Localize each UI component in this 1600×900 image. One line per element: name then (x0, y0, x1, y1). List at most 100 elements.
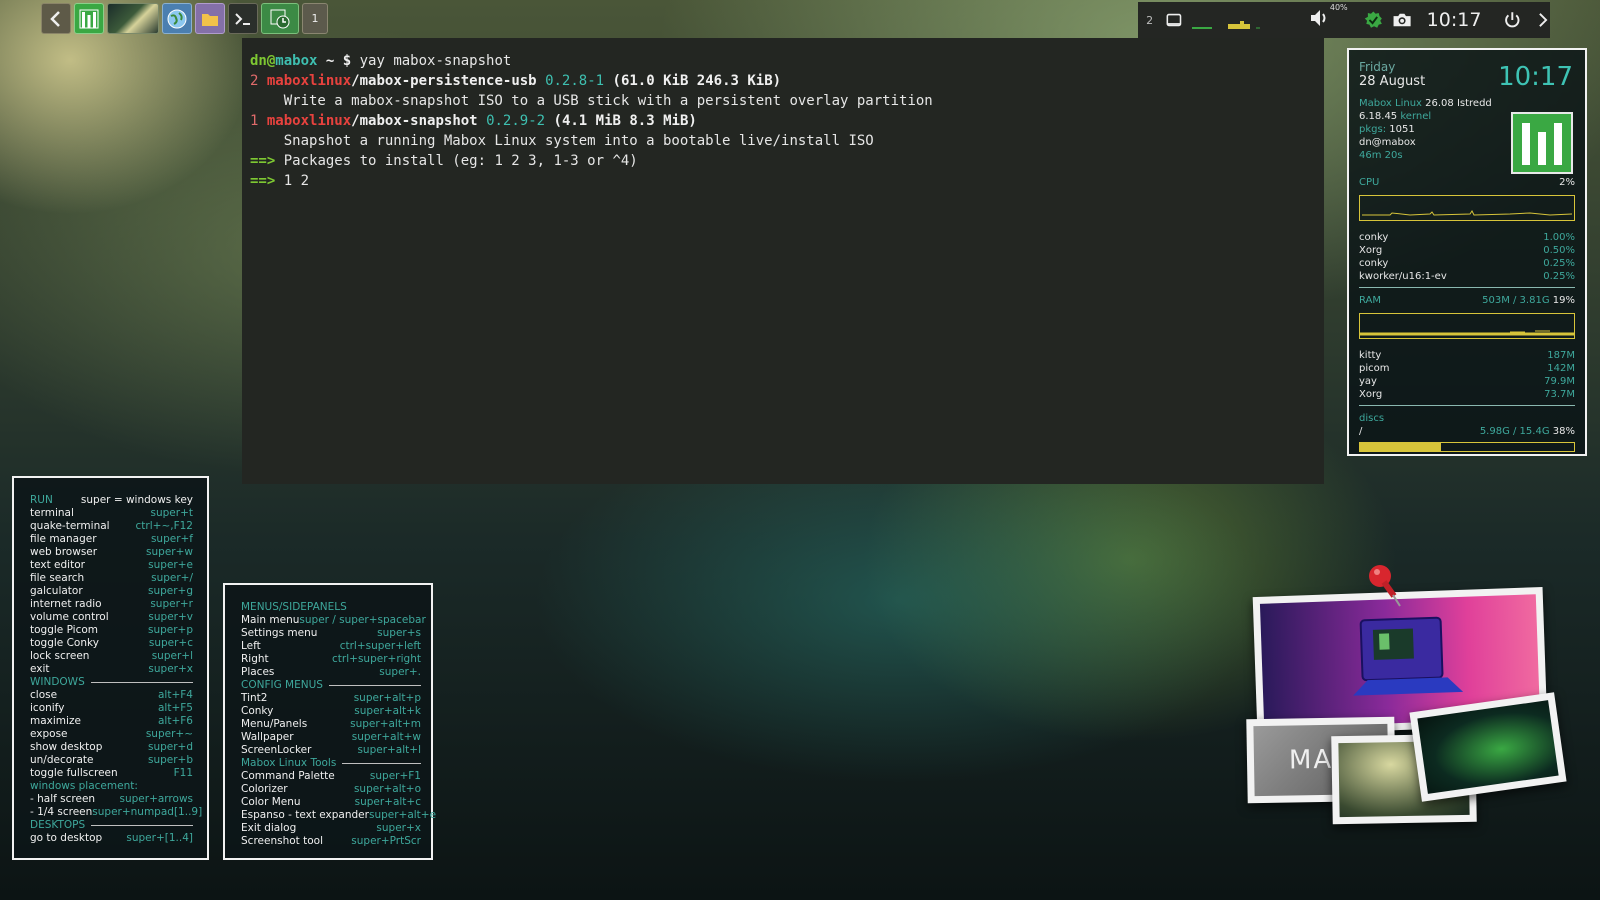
config-section-header: CONFIG MENUS (241, 679, 421, 692)
keybind-action: Main menu (241, 614, 300, 626)
answer-text: 1 2 (275, 173, 310, 189)
process-row: conky 0.25% (1359, 257, 1575, 270)
keybind-row: expose super+~ (30, 728, 193, 741)
keybind-action: - 1/4 screen (30, 806, 93, 818)
result-version: 0.2.8-1 (545, 73, 605, 89)
pkgs-label: pkgs: (1359, 124, 1387, 135)
keybind-action: Command Palette (241, 770, 335, 782)
terminal-window[interactable]: dn@mabox ~ $ yay mabox-snapshot 2 maboxl… (242, 38, 1324, 484)
volume-control[interactable]: 40% (1308, 3, 1348, 33)
process-name: Xorg (1359, 389, 1383, 400)
keybind-row: toggle fullscreen F11 (30, 767, 193, 780)
keybind-row: Settings menu super+s (241, 627, 421, 640)
chevron-right-icon[interactable] (1536, 9, 1550, 31)
keybind-shortcut: alt+F6 (158, 715, 193, 727)
folder-icon (202, 13, 218, 26)
keybind-shortcut: alt+F4 (158, 689, 193, 701)
web-browser-launcher[interactable] (162, 3, 192, 34)
keybind-row: text editor super+e (30, 559, 193, 572)
divider (342, 763, 421, 764)
keybind-action: iconify (30, 702, 65, 714)
keybind-row: - half screen super+arrows (30, 793, 193, 806)
terminal-launcher[interactable] (228, 3, 258, 34)
clock[interactable]: 10:17 (1427, 9, 1482, 31)
keybind-row: web browser super+w (30, 546, 193, 559)
process-row: picom 142M (1359, 362, 1575, 375)
ram-graph (1359, 313, 1575, 339)
keybind-shortcut: super+x (376, 822, 421, 834)
keybind-row: Right ctrl+super+right (241, 653, 421, 666)
keybind-action: volume control (30, 611, 109, 623)
keybind-action: ScreenLocker (241, 744, 312, 756)
process-row: Xorg 0.50% (1359, 244, 1575, 257)
update-check-icon[interactable] (1364, 8, 1383, 32)
tools-section-header: Mabox Linux Tools (241, 757, 421, 770)
process-row: yay 79.9M (1359, 375, 1575, 388)
keybind-action: Right (241, 653, 269, 665)
workspace-button[interactable]: 1 (302, 3, 328, 34)
keybind-action: Tint2 (241, 692, 268, 704)
keybind-shortcut: super+~ (145, 728, 193, 740)
keybinds-panel-left: RUN super = windows key terminal super+t qu… (12, 476, 209, 860)
ram-used: 503M / 3.81G (1482, 295, 1550, 306)
ram-header: RAM 503M / 3.81G 19% (1359, 294, 1575, 307)
disc-percent: 38% (1552, 426, 1575, 437)
file-manager-launcher[interactable] (195, 3, 225, 34)
run-section-header: RUN super = windows key (30, 494, 193, 507)
back-button[interactable] (41, 3, 71, 34)
keybind-shortcut: super+alt+m (350, 718, 421, 730)
pushpin-icon (1369, 565, 1401, 607)
keybind-shortcut: super+alt+e (368, 809, 437, 821)
desktop-indicator[interactable]: 2 (1138, 14, 1161, 27)
camera-icon[interactable] (1392, 9, 1412, 31)
pkgs-value: 1051 (1389, 124, 1415, 135)
section-title: CONFIG MENUS (241, 679, 323, 691)
distro-label: Mabox Linux (1359, 98, 1422, 109)
kernel-version: 6.18.45 (1359, 111, 1398, 122)
keybind-row: terminal super+t (30, 507, 193, 520)
keybinds-panel-right: MENUS/SIDEPANELS Main menu super / super+… (223, 583, 437, 860)
process-name: conky (1359, 258, 1389, 269)
run-list: terminal super+t quake-terminal ctrl+~,F12 f… (30, 507, 193, 676)
keybind-action: Left (241, 640, 261, 652)
globe-icon (167, 9, 187, 28)
active-window-button[interactable] (261, 3, 299, 34)
result-version: 0.2.9-2 (486, 113, 546, 129)
disc-row: / 5.98G / 15.4G 38% (1359, 425, 1575, 438)
keybind-action: show desktop (30, 741, 103, 753)
result-number: 2 (250, 73, 259, 89)
process-value: 142M (1547, 363, 1575, 374)
keybind-action: Wallpaper (241, 731, 294, 743)
keybind-action: lock screen (30, 650, 90, 662)
keybind-shortcut: ctrl+super+left (339, 640, 421, 652)
keybind-shortcut: super+PrtScr (351, 835, 421, 847)
result-package: mabox-snapshot (359, 113, 478, 129)
result-size: (4.1 MiB 8.3 MiB) (553, 113, 697, 129)
keybind-row: Left ctrl+super+left (241, 640, 421, 653)
result-line: 2 maboxlinux/mabox-persistence-usb 0.2.8… (250, 71, 1316, 91)
keybind-shortcut: super+w (146, 546, 193, 558)
keybind-shortcut: super+v (148, 611, 193, 623)
result-slash: / (351, 73, 360, 89)
section-title: windows placement: (30, 780, 138, 792)
keybind-action: go to desktop (30, 832, 103, 844)
power-icon[interactable] (1503, 8, 1522, 32)
keybind-shortcut: F11 (173, 767, 193, 779)
wallpaper-launcher[interactable] (107, 3, 159, 34)
keybind-row: un/decorate super+b (30, 754, 193, 767)
keybind-action: text editor (30, 559, 85, 571)
mabox-menu-button[interactable] (74, 3, 104, 34)
keybind-shortcut: super+alt+l (357, 744, 421, 756)
keybind-shortcut: super+g (147, 585, 193, 597)
window-icon[interactable] (1165, 9, 1184, 31)
result-size: (61.0 KiB 246.3 KiB) (612, 73, 782, 89)
keybind-row: Colorizer super+alt+o (241, 783, 421, 796)
cpu-graph-widget (1190, 10, 1270, 30)
system-tray: 2 40% 10:17 (1138, 2, 1550, 38)
keybind-shortcut: super+d (147, 741, 193, 753)
mabox-logo (1511, 112, 1573, 174)
keybind-row: galculator super+g (30, 585, 193, 598)
keybind-action: Menu/Panels (241, 718, 308, 730)
app-icon (270, 9, 290, 28)
keybind-action: Exit dialog (241, 822, 297, 834)
